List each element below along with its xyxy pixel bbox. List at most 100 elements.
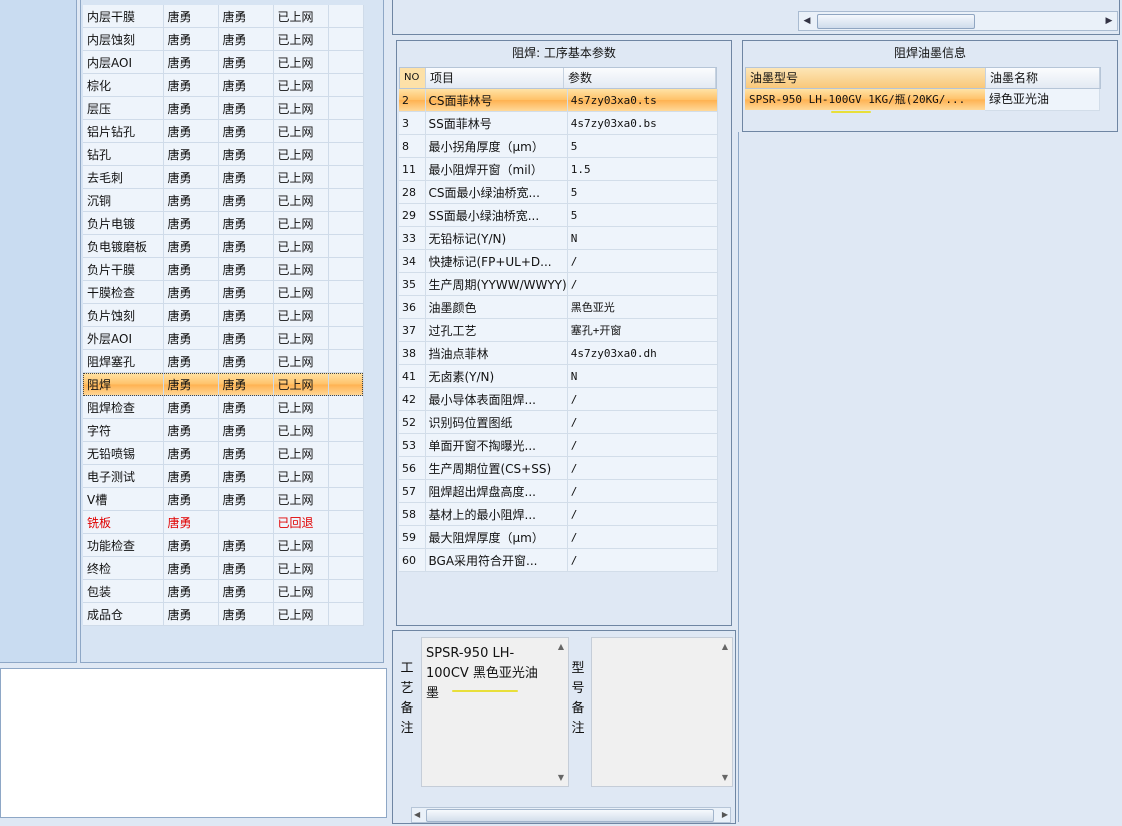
process-cell-col3[interactable]: 唐勇: [218, 441, 274, 465]
process-cell-name[interactable]: 阻焊: [83, 372, 164, 396]
process-cell-col3[interactable]: 唐勇: [218, 395, 274, 419]
param-cell-item[interactable]: CS面最小绿油桥宽...: [425, 180, 568, 204]
process-cell-status[interactable]: 已上网: [273, 372, 329, 396]
param-cell-item[interactable]: 生产周期(YYWW/WWYY): [425, 272, 568, 296]
param-cell-no[interactable]: 37: [399, 318, 426, 342]
param-cell-item[interactable]: 挡油点菲林: [425, 341, 568, 365]
process-cell-name[interactable]: 阻焊塞孔: [83, 349, 164, 373]
param-cell-item[interactable]: 无铅标记(Y/N): [425, 226, 568, 250]
process-cell-name[interactable]: 电子测试: [83, 464, 164, 488]
param-cell-no[interactable]: 57: [399, 479, 426, 503]
process-row[interactable]: 成品仓 唐勇 唐勇 已上网: [83, 602, 364, 626]
param-cell-item[interactable]: CS面菲林号: [425, 89, 568, 112]
model-remark-scrollbar[interactable]: ▲ ▼: [718, 638, 732, 786]
param-cell-item[interactable]: 生产周期位置(CS+SS): [425, 456, 568, 480]
param-cell-value[interactable]: 1.5: [567, 157, 718, 181]
process-cell-col3[interactable]: 唐勇: [218, 73, 274, 97]
param-cell-value[interactable]: /: [567, 272, 718, 296]
param-cell-no[interactable]: 28: [399, 180, 426, 204]
param-cell-value[interactable]: 塞孔+开窗: [567, 318, 718, 342]
param-cell-value[interactable]: /: [567, 433, 718, 457]
process-cell-col3[interactable]: 唐勇: [218, 211, 274, 235]
param-cell-value[interactable]: /: [567, 479, 718, 503]
process-remark-text[interactable]: SPSR-950 LH-100CV 黑色亚光油墨: [426, 644, 544, 704]
process-cell-name[interactable]: 钻孔: [83, 142, 164, 166]
param-cell-no[interactable]: 3: [399, 111, 426, 135]
process-cell-col2[interactable]: 唐勇: [163, 303, 219, 327]
param-cell-no[interactable]: 52: [399, 410, 426, 434]
process-cell-col3[interactable]: 唐勇: [218, 96, 274, 120]
process-row[interactable]: 无铅喷锡 唐勇 唐勇 已上网: [83, 441, 364, 465]
param-cell-value[interactable]: 黑色亚光: [567, 295, 718, 319]
param-cell-value[interactable]: /: [567, 456, 718, 480]
param-row[interactable]: 41 无卤素(Y/N) N: [399, 364, 718, 388]
process-row[interactable]: 内层蚀刻 唐勇 唐勇 已上网: [83, 27, 364, 51]
process-row[interactable]: 沉铜 唐勇 唐勇 已上网: [83, 188, 364, 212]
process-cell-status[interactable]: 已上网: [273, 119, 329, 143]
param-cell-value[interactable]: /: [567, 548, 718, 572]
process-row[interactable]: V槽 唐勇 唐勇 已上网: [83, 487, 364, 511]
header-no[interactable]: NO: [400, 68, 426, 88]
param-cell-value[interactable]: /: [567, 502, 718, 526]
process-cell-name[interactable]: 字符: [83, 418, 164, 442]
process-cell-col3[interactable]: 唐勇: [218, 119, 274, 143]
process-cell-col3[interactable]: 唐勇: [218, 579, 274, 603]
process-cell-name[interactable]: 内层蚀刻: [83, 27, 164, 51]
param-row[interactable]: 57 阻焊超出焊盘高度... /: [399, 479, 718, 503]
header-ink-model[interactable]: 油墨型号: [746, 68, 986, 88]
process-cell-name[interactable]: 负电镀磨板: [83, 234, 164, 258]
process-cell-col2[interactable]: 唐勇: [163, 50, 219, 74]
process-cell-col3[interactable]: 唐勇: [218, 372, 274, 396]
param-row[interactable]: 29 SS面最小绿油桥宽... 5: [399, 203, 718, 227]
process-cell-col3[interactable]: 唐勇: [218, 533, 274, 557]
param-cell-value[interactable]: /: [567, 387, 718, 411]
process-cell-status[interactable]: 已上网: [273, 349, 329, 373]
process-row[interactable]: 钻孔 唐勇 唐勇 已上网: [83, 142, 364, 166]
param-cell-value[interactable]: 4s7zy03xa0.ts: [567, 89, 718, 112]
process-cell-status[interactable]: 已上网: [273, 395, 329, 419]
process-row[interactable]: 阻焊塞孔 唐勇 唐勇 已上网: [83, 349, 364, 373]
process-cell-col2[interactable]: 唐勇: [163, 533, 219, 557]
param-row[interactable]: 33 无铅标记(Y/N) N: [399, 226, 718, 250]
process-cell-status[interactable]: 已上网: [273, 96, 329, 120]
top-horizontal-scrollbar[interactable]: ◀ ▶: [798, 11, 1118, 31]
process-row[interactable]: 外层AOI 唐勇 唐勇 已上网: [83, 326, 364, 350]
param-row[interactable]: 38 挡油点菲林 4s7zy03xa0.dh: [399, 341, 718, 365]
process-cell-status[interactable]: 已上网: [273, 165, 329, 189]
process-cell-name[interactable]: 包装: [83, 579, 164, 603]
ink-cell-name[interactable]: 绿色亚光油: [985, 89, 1100, 111]
param-cell-no[interactable]: 41: [399, 364, 426, 388]
param-cell-no[interactable]: 36: [399, 295, 426, 319]
process-cell-col2[interactable]: 唐勇: [163, 119, 219, 143]
param-cell-no[interactable]: 42: [399, 387, 426, 411]
param-cell-item[interactable]: 识别码位置图纸: [425, 410, 568, 434]
process-cell-status[interactable]: 已上网: [273, 211, 329, 235]
param-row[interactable]: 52 识别码位置图纸 /: [399, 410, 718, 434]
process-cell-name[interactable]: 铝片钻孔: [83, 119, 164, 143]
header-ink-name[interactable]: 油墨名称: [986, 68, 1100, 88]
process-cell-status[interactable]: 已上网: [273, 303, 329, 327]
process-cell-col2[interactable]: 唐勇: [163, 372, 219, 396]
param-cell-no[interactable]: 2: [399, 89, 426, 112]
param-row[interactable]: 11 最小阻焊开窗（mil） 1.5: [399, 157, 718, 181]
process-cell-col3[interactable]: 唐勇: [218, 326, 274, 350]
param-cell-no[interactable]: 33: [399, 226, 426, 250]
process-cell-col3[interactable]: 唐勇: [218, 602, 274, 626]
param-cell-no[interactable]: 53: [399, 433, 426, 457]
param-cell-value[interactable]: N: [567, 226, 718, 250]
process-row[interactable]: 功能检查 唐勇 唐勇 已上网: [83, 533, 364, 557]
process-cell-col2[interactable]: 唐勇: [163, 188, 219, 212]
process-cell-status[interactable]: 已上网: [273, 487, 329, 511]
process-cell-status[interactable]: 已上网: [273, 579, 329, 603]
process-cell-status[interactable]: 已上网: [273, 556, 329, 580]
process-cell-col2[interactable]: 唐勇: [163, 211, 219, 235]
process-row[interactable]: 铝片钻孔 唐勇 唐勇 已上网: [83, 119, 364, 143]
param-cell-no[interactable]: 11: [399, 157, 426, 181]
process-cell-col2[interactable]: 唐勇: [163, 257, 219, 281]
param-row[interactable]: 59 最大阻焊厚度（μm） /: [399, 525, 718, 549]
param-row[interactable]: 3 SS面菲林号 4s7zy03xa0.bs: [399, 111, 718, 135]
param-row[interactable]: 28 CS面最小绿油桥宽... 5: [399, 180, 718, 204]
param-row[interactable]: 36 油墨颜色 黑色亚光: [399, 295, 718, 319]
process-cell-col2[interactable]: 唐勇: [163, 280, 219, 304]
param-row[interactable]: 53 单面开窗不掏曝光... /: [399, 433, 718, 457]
